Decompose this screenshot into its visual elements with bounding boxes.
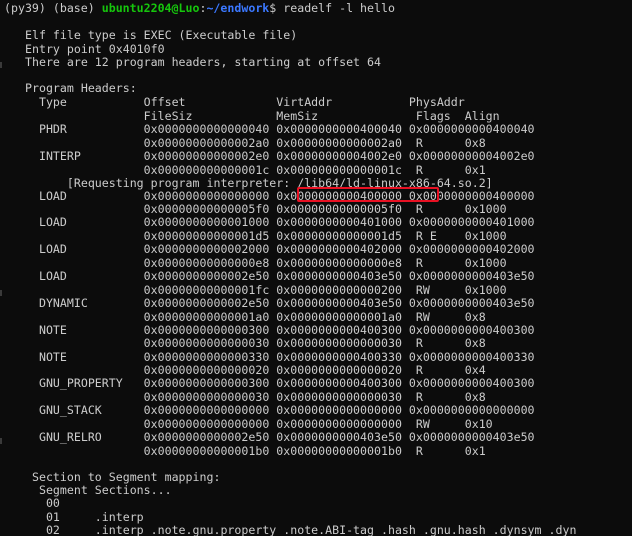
output-line: DYNAMIC 0x0000000000002e50 0x00000000004… bbox=[25, 296, 535, 310]
output-line: INTERP 0x00000000000002e0 0x000000000040… bbox=[25, 149, 535, 163]
prompt-env: (py39) (base) bbox=[4, 1, 102, 15]
output-line: 00 bbox=[25, 496, 60, 510]
output-line: GNU_RELRO 0x0000000000002e50 0x000000000… bbox=[25, 430, 535, 444]
output-line: 02 .interp .note.gnu.property .note.ABI-… bbox=[25, 523, 577, 536]
prompt-line: (py39) (base) ubuntu2204@Luo:~/endwork$ … bbox=[4, 2, 395, 15]
output-line: GNU_PROPERTY 0x0000000000000300 0x000000… bbox=[25, 376, 535, 390]
prompt-dollar: $ bbox=[269, 1, 284, 15]
scrollbar-marker bbox=[0, 290, 2, 296]
prompt-user-host: ubuntu2204@Luo bbox=[101, 1, 200, 15]
output-line: There are 12 program headers, starting a… bbox=[25, 55, 381, 69]
output-line: Program Headers: bbox=[25, 81, 137, 95]
output-line: 0x0000000000000030 0x0000000000000030 R … bbox=[25, 336, 486, 350]
prompt-path: ~/endwork bbox=[206, 1, 270, 15]
prompt-command: readelf -l hello bbox=[283, 1, 395, 15]
output-line: Elf file type is EXEC (Executable file) bbox=[25, 28, 298, 42]
output-line: PHDR 0x0000000000000040 0x00000000004000… bbox=[25, 122, 535, 136]
terminal-window[interactable]: (py39) (base) ubuntu2204@Luo:~/endwork$ … bbox=[0, 0, 632, 536]
output-line: LOAD 0x0000000000002000 0x00000000004020… bbox=[25, 242, 535, 256]
output-line: LOAD 0x0000000000001000 0x00000000004010… bbox=[25, 215, 535, 229]
scrollbar-marker bbox=[0, 62, 2, 68]
output-line: LOAD 0x0000000000002e50 0x0000000000403e… bbox=[25, 269, 535, 283]
output-line: Type Offset VirtAddr PhysAddr bbox=[25, 95, 465, 109]
output-line: GNU_STACK 0x0000000000000000 0x000000000… bbox=[25, 403, 535, 417]
output-line: 0x00000000000001b0 0x00000000000001b0 R … bbox=[25, 444, 486, 458]
scrollbar-marker bbox=[0, 438, 2, 444]
